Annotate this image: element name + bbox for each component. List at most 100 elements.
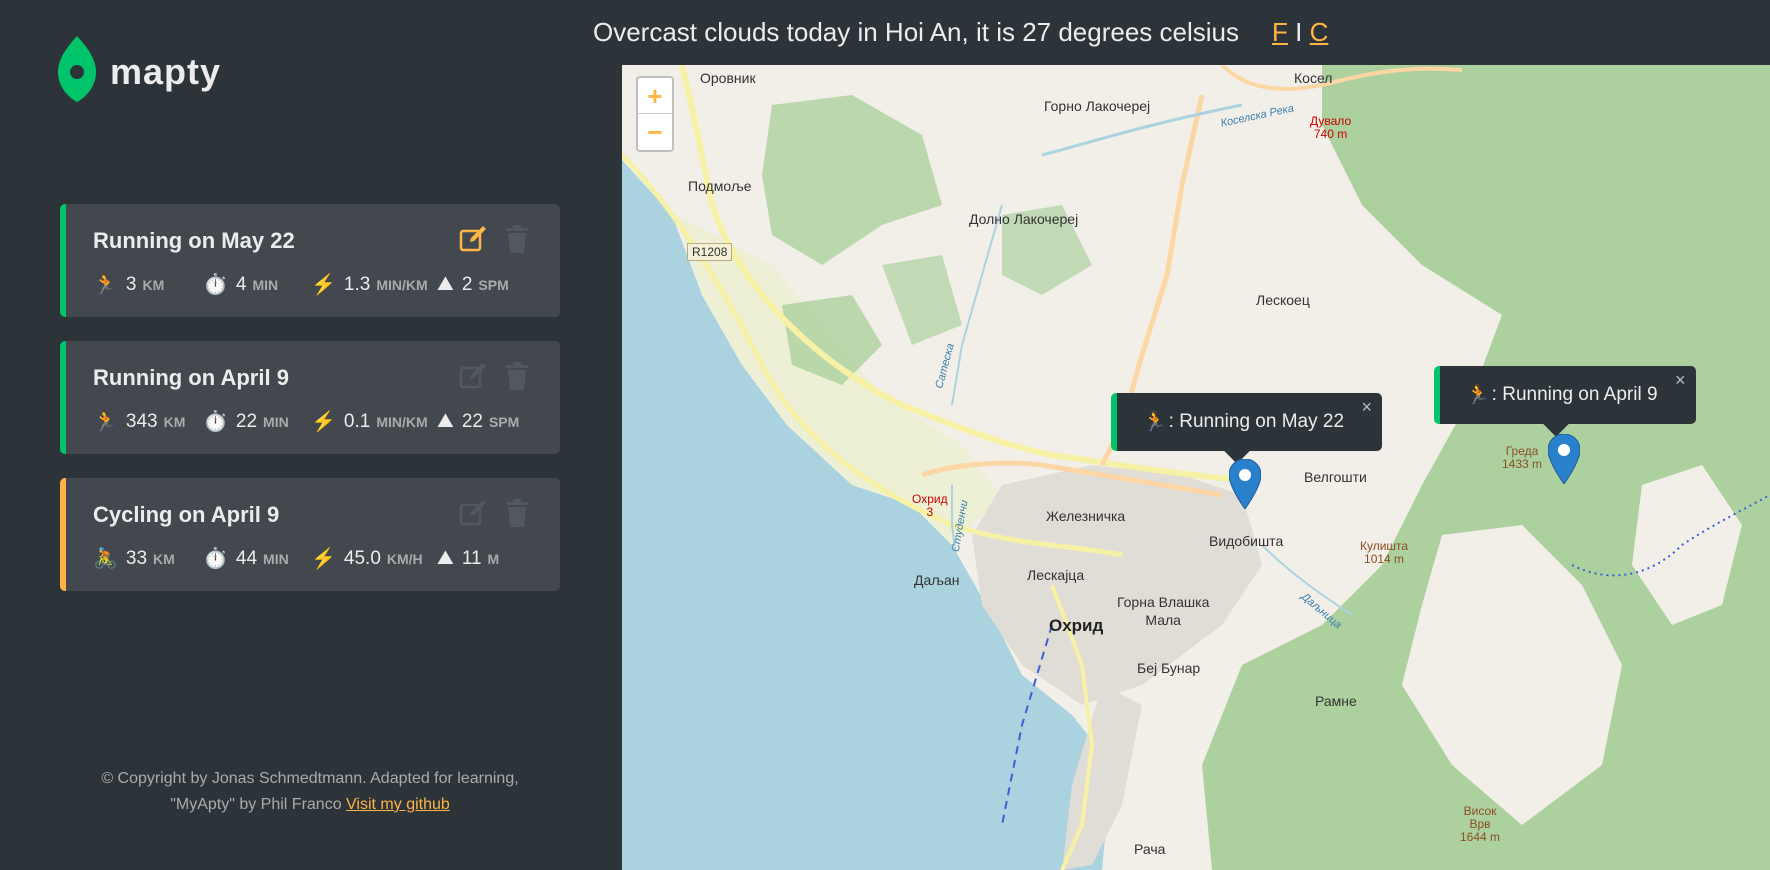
map-label: Беј Бунар [1137,660,1201,676]
popup-label: : Running on May 22 [1168,411,1345,432]
lightning-icon: ⚡️ [311,411,336,433]
cadence-detail: ⛰ 2 spm [437,273,509,296]
peak-name-2: Врв [1469,817,1491,831]
unit-separator: I [1287,17,1310,47]
workout-card[interactable]: Cycling on April 9 🚴 33 km ⏱️ 44 min ⚡️ 45.0 k… [60,478,560,591]
cadence-detail: ⛰ 22 spm [437,410,519,433]
map-marker-icon[interactable] [1547,433,1581,485]
close-icon[interactable]: × [1675,370,1686,391]
mountain-icon: ⛰ [437,273,454,295]
city-label: Охрид [1049,616,1104,635]
zoom-out-button[interactable]: − [638,114,672,150]
distance-unit: km [163,413,186,430]
workouts-list: Running on May 22 🏃 3 km ⏱️ 4 min ⚡️ 1.3 min/k… [60,204,560,615]
map-label: Подмоље [688,178,752,194]
route-name: Охрид [912,492,948,506]
zoom-control: + − [636,76,674,152]
workout-popup[interactable]: 🏃 : Running on April 9 × [1434,366,1696,437]
map-label: Рача [1134,841,1166,857]
map-label: Висок Врв 1644 m [1460,805,1500,844]
workout-title: Running on May 22 [93,228,295,253]
elevation-detail: ⛰ 11 m [437,547,499,570]
map-label: Даљан [914,572,960,588]
map-label: Горно Лакочерej [1044,98,1151,114]
map-label: Оровник [700,70,756,86]
copyright-text: © Copyright by Jonas Schmedtmann. Adapte… [101,770,519,787]
stopwatch-icon: ⏱️ [203,548,228,570]
peak-height: 1433 m [1502,457,1543,471]
road-shield: R1208 [687,243,733,261]
peak-height: 1014 m [1364,552,1405,566]
duration-detail: ⏱️ 22 min [203,409,311,434]
copyright: © Copyright by Jonas Schmedtmann. Adapte… [60,766,560,818]
district-name: Горна Влашка [1117,594,1210,610]
distance-value: 343 [125,410,158,432]
logo-text: mapty [110,50,222,92]
distance-detail: 🏃 3 km [93,272,203,297]
map-label: Кулишта 1014 m [1360,540,1408,566]
workout-actions [458,361,532,391]
mountain-icon: ⛰ [437,547,454,569]
pace-value: 0.1 [343,410,371,432]
map-label: Видобишта [1209,533,1284,549]
map-marker-icon[interactable] [1228,458,1262,510]
peak-height: 740 m [1313,127,1348,141]
cadence-unit: spm [478,276,509,293]
map-label: Охрид 3 [912,493,948,519]
edit-icon[interactable] [458,224,488,254]
pace-unit: min/km [376,276,428,293]
map-label: Железничка [1046,508,1126,524]
distance-unit: km [142,276,165,293]
map-label: Долно Лакочерej [969,211,1079,227]
edit-icon[interactable] [458,361,488,391]
logo: mapty [58,36,221,107]
trash-icon[interactable] [502,498,532,528]
runner-icon: 🏃 [1466,385,1490,406]
workout-card[interactable]: Running on May 22 🏃 3 km ⏱️ 4 min ⚡️ 1.3 min/k… [60,204,560,317]
peak-name: Дувало [1310,114,1352,128]
stopwatch-icon: ⏱️ [203,411,228,433]
top-bar: Overcast clouds today in Hoi An, it is 2… [0,0,1770,64]
trash-icon[interactable] [502,224,532,254]
speed-value: 45.0 [343,547,381,569]
stopwatch-icon: ⏱️ [203,274,228,296]
unit-switcher: F I C [1272,17,1328,48]
map-label: Велгошти [1304,469,1367,485]
distance-detail: 🚴 33 km [93,546,203,571]
duration-unit: min [263,550,289,567]
edit-icon[interactable] [458,498,488,528]
workout-actions [458,498,532,528]
zoom-in-button[interactable]: + [638,78,672,114]
cadence-unit: spm [488,413,520,430]
map-pin-icon [58,36,96,107]
map-label: Косел [1294,70,1333,86]
map-tiles [622,65,1770,870]
celsius-link[interactable]: C [1310,17,1329,47]
cadence-value: 2 [461,273,473,295]
github-link[interactable]: Visit my github [346,796,450,813]
elevation-unit: m [487,550,500,567]
lightning-icon: ⚡️ [311,548,336,570]
credit-text: "MyApty" by Phil Franco [170,796,347,813]
close-icon[interactable]: × [1362,397,1373,418]
distance-value: 3 [125,273,137,295]
duration-value: 4 [235,273,247,295]
duration-detail: ⏱️ 4 min [203,272,311,297]
map[interactable]: + − Оровник Косел Горно Лакочерej Дувало… [622,65,1770,870]
popup-label: : Running on April 9 [1491,384,1658,405]
workout-details: 🚴 33 km ⏱️ 44 min ⚡️ 45.0 km/h ⛰ 11 m [93,546,499,571]
cyclist-icon: 🚴 [93,548,118,570]
lightning-icon: ⚡️ [311,274,336,296]
trash-icon[interactable] [502,361,532,391]
workout-card[interactable]: Running on April 9 🏃 343 km ⏱️ 22 min ⚡️ 0.1 m… [60,341,560,454]
peak-name: Кулишта [1360,539,1409,553]
weather-text: Overcast clouds today in Hoi An, it is 2… [593,17,1239,47]
pace-value: 1.3 [343,273,371,295]
elevation-value: 11 [461,547,482,569]
fahrenheit-link[interactable]: F [1272,17,1288,47]
workout-popup[interactable]: 🏃 : Running on May 22 × [1111,393,1383,464]
runner-icon: 🏃 [93,274,118,296]
runner-icon: 🏃 [93,411,118,433]
peak-height: 1644 m [1460,830,1501,844]
workout-title: Running on April 9 [93,365,289,390]
